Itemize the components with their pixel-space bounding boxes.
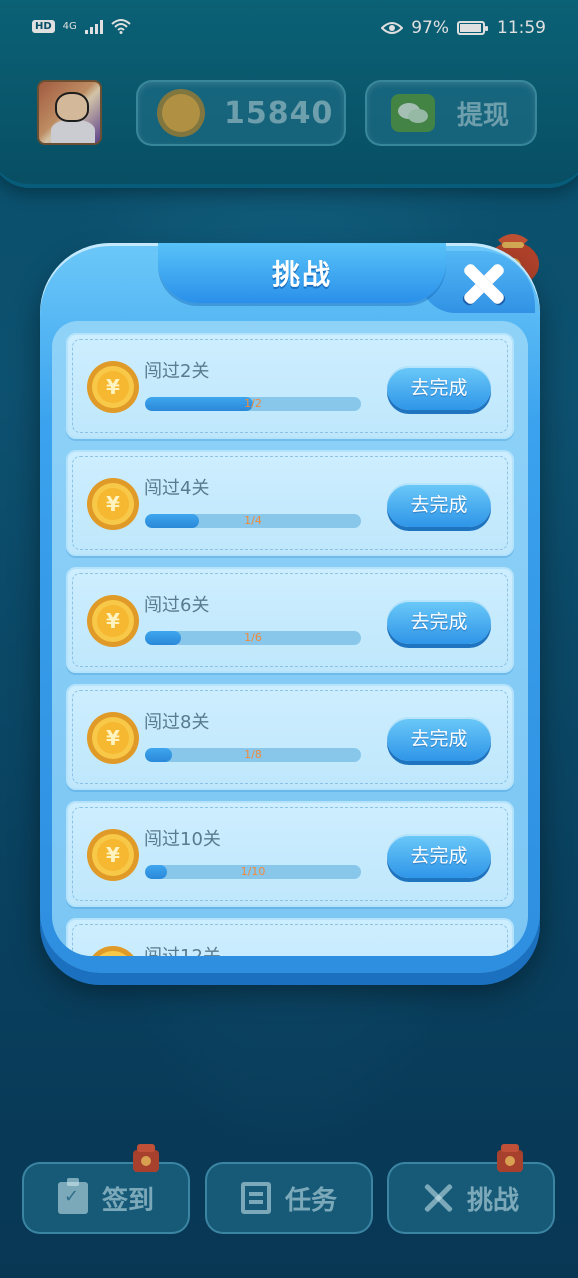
coin-icon <box>92 946 134 956</box>
task-progress-text: 1/4 <box>244 514 262 527</box>
go-complete-button[interactable]: 去完成 <box>387 366 491 410</box>
task-progress-text: 1/8 <box>244 748 262 761</box>
svg-text:¥: ¥ <box>106 492 120 516</box>
task-progress-text: 1/6 <box>244 631 262 644</box>
crossed-swords-icon <box>423 1182 453 1214</box>
task-list[interactable]: ¥ 闯过2关 1/2 去完成 ¥ 闯过4关 1/4 去完成 ¥ 闯过6关 1/6… <box>52 321 528 956</box>
coin-icon: ¥ <box>87 361 139 413</box>
tasks-label: 任务 <box>284 1185 337 1216</box>
coin-icon: ¥ <box>87 478 139 530</box>
task-name: 闯过12关 <box>144 942 221 956</box>
challenge-modal: 挑战 ¥ 闯过2关 1/2 去完成 ¥ 闯过4关 1/4 去完成 ¥ 闯过6关 … <box>40 243 540 973</box>
go-complete-button[interactable]: 去完成 <box>387 483 491 527</box>
task-progress-bar: 1/8 <box>145 748 361 762</box>
clipboard-check-icon <box>57 1178 88 1214</box>
task-name: 闯过10关 <box>144 829 221 850</box>
task-name: 闯过6关 <box>144 595 210 616</box>
task-progress-bar: 1/2 <box>145 397 361 411</box>
modal-title: 挑战 <box>271 258 332 291</box>
task-progress-text: 1/10 <box>240 865 266 878</box>
task-name: 闯过8关 <box>144 712 210 733</box>
task-name: 闯过2关 <box>144 361 210 382</box>
task-progress-bar: 1/10 <box>145 865 361 879</box>
challenge-label: 挑战 <box>466 1185 519 1216</box>
go-complete-button[interactable]: 去完成 <box>387 717 491 761</box>
coin-icon: ¥ <box>87 829 139 881</box>
task-card-partial: 闯过12关 <box>66 918 514 956</box>
task-progress-text: 1/2 <box>244 397 262 410</box>
sign-in-button[interactable]: 签到 <box>22 1162 190 1234</box>
task-card: ¥ 闯过6关 1/6 去完成 <box>66 567 514 673</box>
task-progress-bar: 1/4 <box>145 514 361 528</box>
task-progress-bar: 1/6 <box>145 631 361 645</box>
task-card: ¥ 闯过8关 1/8 去完成 <box>66 684 514 790</box>
modal-title-tab: 挑战 <box>158 243 446 303</box>
close-icon[interactable] <box>458 259 508 309</box>
task-card: ¥ 闯过2关 1/2 去完成 <box>66 333 514 439</box>
task-card: ¥ 闯过10关 1/10 去完成 <box>66 801 514 907</box>
go-complete-button[interactable]: 去完成 <box>387 834 491 878</box>
svg-text:¥: ¥ <box>106 726 120 750</box>
gift-bag-icon <box>497 1144 523 1172</box>
list-icon <box>240 1182 271 1214</box>
coin-icon: ¥ <box>87 595 139 647</box>
gift-bag-icon <box>133 1144 159 1172</box>
task-card: ¥ 闯过4关 1/4 去完成 <box>66 450 514 556</box>
task-name: 闯过4关 <box>144 478 210 499</box>
svg-text:¥: ¥ <box>106 843 120 867</box>
coin-icon: ¥ <box>87 712 139 764</box>
go-complete-button[interactable]: 去完成 <box>387 600 491 644</box>
svg-text:¥: ¥ <box>106 609 120 633</box>
svg-text:¥: ¥ <box>106 375 120 399</box>
tasks-button[interactable]: 任务 <box>205 1162 373 1234</box>
sign-in-label: 签到 <box>101 1185 154 1216</box>
challenge-button[interactable]: 挑战 <box>387 1162 555 1234</box>
